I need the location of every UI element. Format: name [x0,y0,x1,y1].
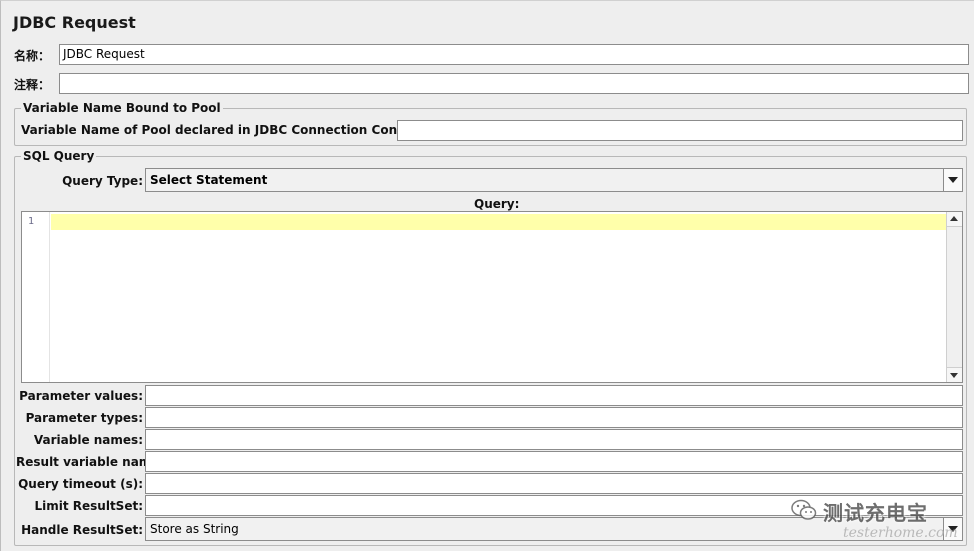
sql-query-legend: SQL Query [21,149,97,163]
parameter-values-label: Parameter values: [19,389,143,403]
parameter-values-field[interactable] [145,385,963,406]
jdbc-request-panel: JDBC Request 名称： JDBC Request 注释： Variab… [0,0,974,551]
pool-name-field[interactable] [397,120,963,141]
query-type-select[interactable]: Select Statement [145,168,963,192]
scroll-down-icon[interactable] [947,367,962,382]
query-type-label: Query Type: [62,174,143,188]
query-timeout-label: Query timeout (s): [18,477,143,491]
result-variable-name-label: Result variable name: [16,455,165,469]
variable-names-label: Variable names: [33,433,143,447]
watermark: 测试充电宝 testerhome.com [791,495,971,545]
comment-field[interactable] [59,73,969,94]
comment-label: 注释： [14,78,51,92]
parameter-types-label: Parameter types: [25,411,143,425]
scroll-up-icon[interactable] [947,212,962,227]
query-editor[interactable]: 1 [21,211,963,383]
line-number: 1 [28,216,35,227]
handle-resultset-label: Handle ResultSet: [21,523,143,537]
result-variable-name-field[interactable] [145,451,963,472]
name-label: 名称： [14,49,51,63]
variable-names-field[interactable] [145,429,963,450]
name-field[interactable]: JDBC Request [59,44,969,65]
parameter-types-field[interactable] [145,407,963,428]
panel-title: JDBC Request [13,13,136,32]
pool-group-legend: Variable Name Bound to Pool [21,101,223,115]
editor-scrollbar[interactable] [946,212,962,382]
handle-resultset-value: Store as String [150,522,239,536]
chevron-down-icon[interactable] [943,169,962,191]
wechat-icon [791,499,817,520]
limit-resultset-label: Limit ResultSet: [34,499,143,513]
watermark-subtext: testerhome.com [843,525,958,541]
current-line-highlight [51,214,946,230]
query-timeout-field[interactable] [145,473,963,494]
query-type-value: Select Statement [150,173,268,187]
watermark-text: 测试充电宝 [823,501,928,525]
query-label: Query: [474,197,520,211]
line-number-gutter: 1 [22,212,50,382]
